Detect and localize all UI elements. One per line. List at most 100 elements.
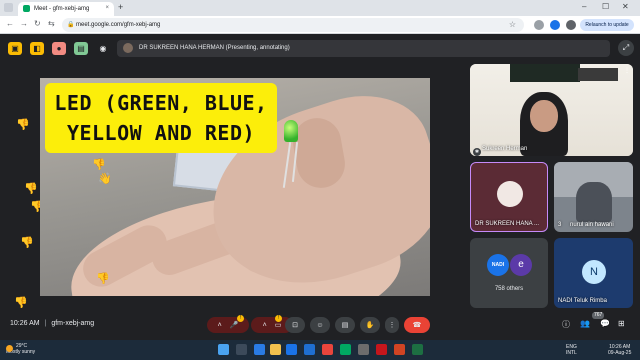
participant-tile-presenter[interactable]: DR SUKREEN HANA ... [470, 162, 548, 232]
camera-off-icon: ▭ [274, 322, 282, 329]
windows-taskbar: 29°C Mostly sunny ENG INTL 10:26 AM 09-A… [0, 340, 640, 360]
browser-tab-meet[interactable]: Meet - gfm-xebj-amg × [18, 2, 114, 16]
bookmark-star-icon[interactable]: ☆ [509, 20, 516, 29]
others-tile[interactable]: NADI e 758 others [470, 238, 548, 308]
pdf-icon[interactable] [376, 344, 387, 355]
forward-icon[interactable]: → [20, 19, 28, 28]
captions-icon: ▤ [341, 322, 349, 329]
presenter-banner: DR SUKREEN HANA HERMAN (Presenting, anno… [117, 40, 610, 57]
more-options-button[interactable]: ⋮ [385, 317, 399, 333]
back-icon[interactable]: ← [6, 19, 14, 28]
mail-icon[interactable] [304, 344, 315, 355]
meeting-info: 10:26 AM | gfm-xebj-amg [10, 320, 94, 327]
presenter-label: DR SUKREEN HANA HERMAN (Presenting, anno… [139, 45, 290, 51]
mic-off-icon: 🎤 [229, 322, 239, 329]
meet-favicon-icon [23, 5, 30, 12]
thumbs-down-reaction-icon: 👎 [96, 273, 110, 285]
others-count: 758 others [494, 286, 524, 292]
thumbs-down-reaction-icon: 👎 [20, 237, 34, 249]
captions-button[interactable]: ▤ [335, 317, 355, 333]
extension-icon[interactable] [550, 20, 560, 30]
system-clock[interactable]: 10:26 AM 09-Aug-25 [608, 344, 631, 356]
participant-tile-nadi[interactable]: N NADI Teluk Rimba [554, 238, 633, 308]
weather-widget[interactable]: 29°C Mostly sunny [6, 343, 35, 355]
slide-title-line-1: LED (GREEN, BLUE, [54, 91, 268, 115]
start-icon[interactable] [218, 344, 229, 355]
green-led-image [284, 120, 298, 142]
activities-icon[interactable]: ◧ [30, 42, 44, 55]
thumbs-down-reaction-icon: 👎 [92, 159, 106, 171]
file-explorer-icon[interactable] [270, 344, 281, 355]
participant-name: NADI Teluk Rimba [558, 298, 607, 304]
chrome-icon[interactable] [322, 344, 333, 355]
participant-tile-nurul[interactable]: 3 nurul ain hawani [554, 162, 633, 232]
host-controls-icon[interactable]: ▣ [8, 42, 22, 55]
participant-tile-self[interactable]: ⋮ Sukreen Herman ✱ [470, 64, 633, 156]
more-vert-icon: ⋮ [388, 322, 396, 329]
address-bar[interactable]: 🔒 meet.google.com/gfm-xebj-amg ☆ [62, 18, 524, 32]
participant-name: DR SUKREEN HANA ... [475, 221, 540, 227]
slide-title-card: LED (GREEN, BLUE, YELLOW AND RED) [45, 83, 277, 153]
extension-icon[interactable] [534, 20, 544, 30]
close-window-icon[interactable]: ✕ [622, 2, 629, 11]
app-icon[interactable] [358, 344, 369, 355]
hand-icon: ✋ [365, 322, 375, 329]
store-icon[interactable] [286, 344, 297, 355]
presenter-avatar [123, 43, 133, 53]
thumbs-down-reaction-icon: 👎 [16, 119, 30, 131]
relaunch-update-button[interactable]: Relaunch to update [580, 19, 634, 31]
lock-icon: 🔒 [67, 22, 75, 28]
meet-top-toolbar: ▣ ◧ ● ▤ ◉ DR SUKREEN HANA HERMAN (Presen… [0, 36, 640, 62]
powerpoint-icon[interactable] [394, 344, 405, 355]
slide-title-line-2: YELLOW AND RED) [66, 121, 256, 145]
emoji-icon: ☺ [316, 321, 324, 329]
mic-muted-icon: ✱ [473, 148, 481, 156]
chat-icon[interactable]: 💬 [600, 319, 610, 328]
presentation-stage: 👎 👋 👎 LED (GREEN, BLUE, YELLOW AND RED) [40, 78, 430, 296]
wall-frame-image [578, 68, 618, 81]
avatar: NADI [487, 254, 509, 276]
people-count-badge: 767 [592, 312, 605, 319]
captions-icon[interactable]: ▤ [74, 42, 88, 55]
sun-icon [6, 345, 13, 352]
edge-icon[interactable] [254, 344, 265, 355]
meet-app-icon[interactable] [340, 344, 351, 355]
profile-avatar[interactable] [566, 20, 576, 30]
meet-bottom-bar: 10:26 AM | gfm-xebj-amg ˄ 🎤 ! ˄ ▭ ! ⊡ ☺ … [0, 312, 640, 338]
meeting-code: gfm-xebj-amg [51, 320, 95, 327]
meeting-time: 10:26 AM [10, 320, 40, 327]
hang-up-icon: ☎ [412, 322, 422, 329]
browser-tab-strip: Meet - gfm-xebj-amg × + – ☐ ✕ [0, 0, 640, 16]
language-indicator[interactable]: ENG INTL [566, 344, 577, 356]
minimize-icon[interactable]: – [582, 2, 586, 11]
new-tab-button[interactable]: + [118, 2, 123, 12]
avatar [497, 181, 523, 207]
reload-icon[interactable]: ↻ [34, 19, 41, 28]
site-info-icon[interactable]: ⇆ [48, 19, 55, 28]
avatar: e [510, 254, 532, 276]
activities-icon[interactable]: ⊞ [618, 319, 625, 328]
present-button[interactable]: ⊡ [285, 317, 305, 333]
chevron-up-icon[interactable]: ˄ [263, 322, 267, 329]
excel-icon[interactable] [412, 344, 423, 355]
info-icon[interactable]: ⓘ [562, 319, 570, 330]
fullscreen-icon[interactable]: ⤢ [618, 40, 634, 56]
tab-search-icon[interactable] [4, 3, 13, 12]
people-icon[interactable]: 👥 [580, 319, 590, 328]
raise-hand-button[interactable]: ✋ [360, 317, 380, 333]
more-options-icon[interactable]: ⋮ [624, 67, 630, 74]
leave-call-button[interactable]: ☎ [404, 317, 430, 333]
thumbs-down-reaction-icon: 👎 [24, 183, 38, 195]
chevron-up-icon[interactable]: ˄ [218, 322, 222, 329]
record-icon[interactable]: ● [52, 42, 66, 55]
present-icon: ⊡ [292, 322, 298, 329]
tab-close-icon[interactable]: × [105, 5, 109, 11]
reactions-button[interactable]: ☺ [310, 317, 330, 333]
browser-toolbar: ← → ↻ ⇆ 🔒 meet.google.com/gfm-xebj-amg ☆… [0, 16, 640, 34]
avatar: N [582, 260, 606, 284]
view-icon[interactable]: ◉ [96, 42, 110, 55]
search-icon[interactable] [236, 344, 247, 355]
participant-name: Sukreen Herman [482, 146, 528, 152]
thumbs-up-reaction-icon: 👋 [98, 173, 112, 185]
maximize-icon[interactable]: ☐ [602, 2, 609, 11]
